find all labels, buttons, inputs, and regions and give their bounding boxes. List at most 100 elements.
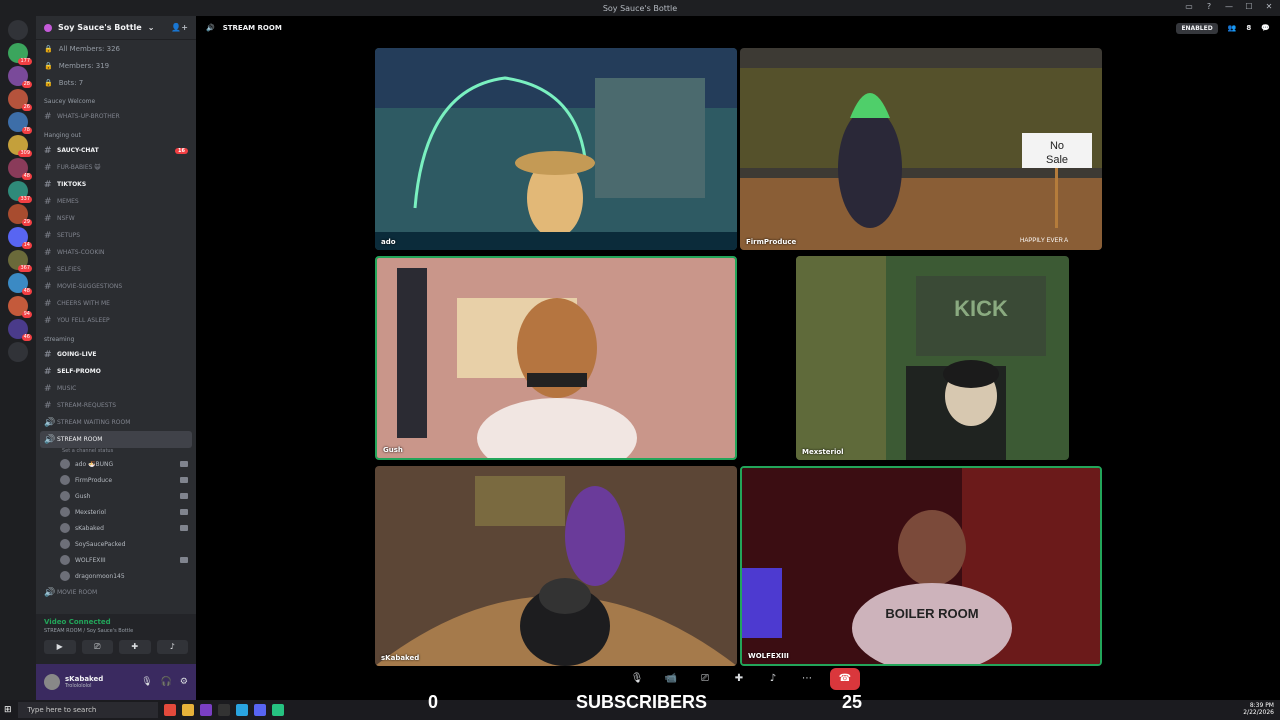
hash-icon: # — [44, 230, 52, 241]
channel-label: SAUCY-CHAT — [57, 147, 99, 154]
hash-icon: # — [44, 349, 52, 360]
hash-icon: # — [44, 383, 52, 394]
hash-icon: # — [44, 247, 52, 258]
channel-item[interactable]: # CHEERS WITH ME — [36, 295, 196, 312]
server-icon[interactable]: 48 — [8, 273, 32, 295]
soundboard-button[interactable]: ♪ — [156, 640, 188, 654]
guild-header[interactable]: Soy Sauce's Bottle ⌄ 👤+ — [36, 16, 196, 40]
server-icon[interactable]: 309 — [8, 135, 32, 157]
channel-movie-room[interactable]: 🔊 MOVIE ROOM — [36, 584, 196, 601]
channel-item[interactable]: # WHATS-COOKIN — [36, 244, 196, 261]
stat-label: Members: 319 — [58, 61, 110, 70]
channel-item[interactable]: # STREAM-REQUESTS — [36, 397, 196, 414]
server-icon[interactable]: 26 — [8, 89, 32, 111]
voice-user[interactable]: Mexsteriol — [36, 504, 196, 520]
channel-item[interactable]: # FUR-BABIES 😺 — [36, 159, 196, 176]
voice-user[interactable]: FirmProduce — [36, 472, 196, 488]
server-icon[interactable]: 29 — [8, 204, 32, 226]
voice-user[interactable]: ado 🍜BUNG — [36, 456, 196, 472]
camera-toggle-button[interactable]: 📹 — [660, 669, 682, 689]
settings-icon[interactable]: ⚙ — [180, 677, 188, 687]
headphones-icon[interactable]: 🎧 — [161, 677, 172, 687]
voice-user[interactable]: sKabaked — [36, 520, 196, 536]
server-icon[interactable]: 177 — [8, 43, 32, 65]
video-tile-mexsteriol[interactable]: KICK Mexsteriol — [796, 256, 1069, 460]
voice-user[interactable]: WOLFEXIII — [36, 552, 196, 568]
participant-name: Mexsteriol — [802, 448, 844, 456]
server-icon[interactable]: 94 — [8, 296, 32, 318]
overlay-left-count: 0 — [428, 692, 439, 712]
server-icon[interactable]: 28 — [8, 66, 32, 88]
enabled-badge[interactable]: ENABLED — [1176, 22, 1218, 34]
server-icon[interactable]: 14 — [8, 227, 32, 249]
clock-date: 2/22/2026 — [1243, 709, 1274, 716]
channel-label: SETUPS — [57, 232, 81, 239]
maximize-button[interactable]: ☐ — [1244, 2, 1254, 11]
microphone-button[interactable]: 🎙 — [626, 669, 648, 689]
server-badge: 26 — [21, 104, 32, 111]
tile-scene — [375, 48, 737, 250]
voice-user-name: ado 🍜BUNG — [75, 460, 114, 468]
channel-item[interactable]: # WHATS-UP-BROTHER — [36, 108, 196, 125]
video-tile-firmproduce[interactable]: No Sale HAPPILY EVER A FirmProduce — [740, 48, 1102, 250]
members-icon[interactable]: 👥 — [1228, 24, 1237, 32]
close-button[interactable]: ✕ — [1264, 2, 1274, 11]
more-icon[interactable]: ⋯ — [796, 669, 818, 689]
channel-item[interactable]: # SETUPS — [36, 227, 196, 244]
soundboard-icon[interactable]: ♪ — [762, 669, 784, 689]
channel-item[interactable]: # TIKTOKS — [36, 176, 196, 193]
category-streaming[interactable]: streaming — [36, 329, 196, 346]
server-icon[interactable]: 46 — [8, 319, 32, 341]
channel-item[interactable]: # YOU FELL ASLEEP — [36, 312, 196, 329]
channel-item[interactable]: # NSFW — [36, 210, 196, 227]
video-tile-ado[interactable]: ado — [375, 48, 737, 250]
activities-button[interactable]: ✚ — [119, 640, 151, 654]
category-welcome[interactable]: Saucey Welcome — [36, 91, 196, 108]
video-tile-skabaked[interactable]: sKabaked — [375, 466, 737, 666]
channel-item[interactable]: # MOVIE-SUGGESTIONS — [36, 278, 196, 295]
channel-item[interactable]: # SELF-PROMO — [36, 363, 196, 380]
channel-item[interactable]: # SAUCY-CHAT 16 — [36, 142, 196, 159]
participant-name: Gush — [383, 446, 403, 454]
chat-icon[interactable]: 💬 — [1261, 24, 1270, 32]
voice-user[interactable]: dragonmoon145 — [36, 568, 196, 584]
disconnect-button[interactable]: ☎ — [830, 668, 860, 690]
video-tile-wolfexiii[interactable]: BOILER ROOM WOLFEXIII — [740, 466, 1102, 666]
voice-user[interactable]: Gush — [36, 488, 196, 504]
hash-icon: # — [44, 264, 52, 275]
avatar[interactable] — [44, 674, 60, 690]
screenshare-icon[interactable]: ⎚ — [694, 669, 716, 689]
channel-label: WHATS-UP-BROTHER — [57, 113, 120, 120]
inbox-icon[interactable]: ▭ — [1184, 2, 1194, 11]
channel-item[interactable]: # MEMES — [36, 193, 196, 210]
participant-name: WOLFEXIII — [748, 652, 789, 660]
screenshare-button[interactable]: ⎚ — [81, 640, 113, 654]
microphone-icon[interactable]: 🎙 — [141, 677, 152, 687]
member-stat: 🔒 Members: 319 — [36, 57, 196, 74]
connection-status[interactable]: Video Connected — [44, 618, 188, 626]
minimize-button[interactable]: — — [1224, 2, 1234, 11]
video-tile-gush[interactable]: Gush — [375, 256, 737, 460]
server-icon[interactable]: 337 — [8, 181, 32, 203]
channel-item[interactable]: # GOING-LIVE — [36, 346, 196, 363]
overlay-right-count: 25 — [842, 692, 863, 712]
invite-icon[interactable]: 👤+ — [171, 23, 188, 32]
channel-stream-room[interactable]: 🔊 STREAM ROOM — [40, 431, 192, 448]
server-icon[interactable]: 78 — [8, 112, 32, 134]
server-icon[interactable]: 48 — [8, 158, 32, 180]
voice-user[interactable]: SoySaucePacked — [36, 536, 196, 552]
camera-button[interactable]: ▶ — [44, 640, 76, 654]
channel-status[interactable]: Set a channel status — [36, 448, 196, 456]
add-server-icon[interactable] — [8, 342, 28, 362]
connection-location: STREAM ROOM / Soy Sauce's Bottle — [44, 628, 134, 634]
help-icon[interactable]: ? — [1204, 2, 1214, 11]
category-hanging-out[interactable]: Hanging out — [36, 125, 196, 142]
channel-item[interactable]: # MUSIC — [36, 380, 196, 397]
activity-icon[interactable]: ✚ — [728, 669, 750, 689]
channel-item[interactable]: # SELFIES — [36, 261, 196, 278]
channel-item[interactable]: 🔊 STREAM WAITING ROOM — [36, 414, 196, 431]
server-icon[interactable]: 367 — [8, 250, 32, 272]
subscriber-overlay: 0 SUBSCRIBERS 25 — [0, 692, 1280, 718]
discord-home-icon[interactable] — [8, 20, 28, 40]
system-tray-clock[interactable]: 8:39 PM 2/22/2026 — [1243, 702, 1274, 716]
